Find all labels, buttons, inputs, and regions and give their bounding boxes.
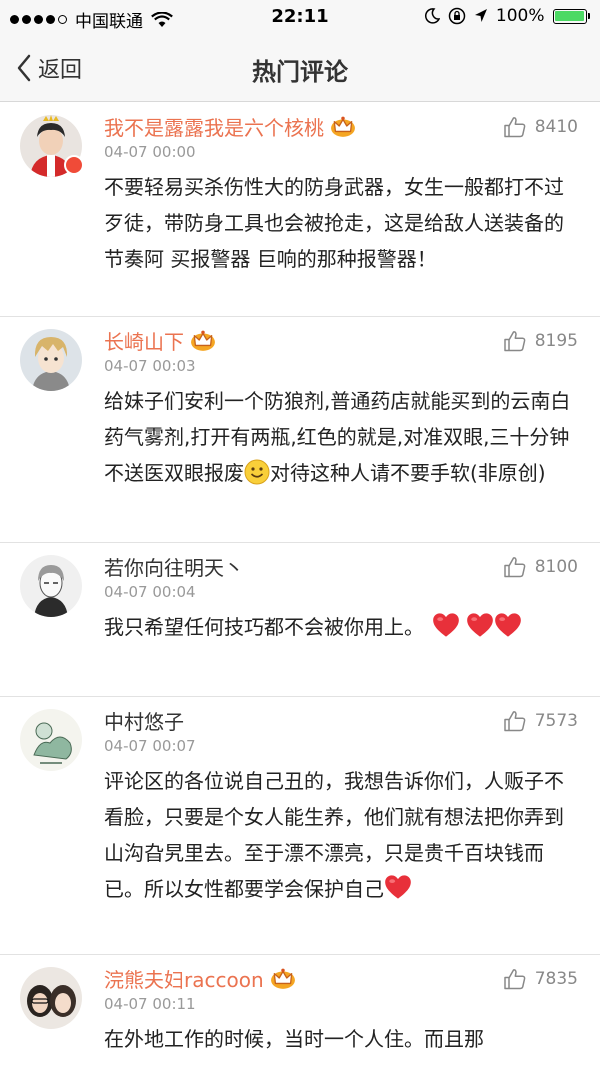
- thumbs-up-icon: [503, 555, 527, 579]
- rotation-lock-icon: [448, 7, 466, 25]
- username[interactable]: 若你向往明天丶: [104, 552, 244, 581]
- comment-text: 评论区的各位说自己丑的，我想告诉你们，人贩子不看脸，只要是个女人能生养，他们就有…: [104, 769, 564, 901]
- comment-text: 我只希望任何技巧都不会被你用上。: [104, 609, 574, 645]
- like-button[interactable]: 8410: [503, 115, 578, 139]
- comment-list: 我不是露露我是六个核桃 04-07 00:00 8410 不要轻易买杀伤性大的防…: [0, 103, 600, 1067]
- comment-time: 04-07 00:04: [104, 583, 196, 601]
- red-heart-emoji: [494, 612, 522, 638]
- like-count: 8410: [534, 117, 578, 137]
- avatar[interactable]: [20, 555, 82, 617]
- page-title: 热门评论: [252, 58, 348, 86]
- red-heart-emoji: [384, 874, 412, 900]
- username[interactable]: 浣熊夫妇raccoon: [104, 964, 264, 993]
- comment-time: 04-07 00:11: [104, 995, 196, 1013]
- avatar[interactable]: [20, 329, 82, 391]
- comment-time: 04-07 00:00: [104, 143, 196, 161]
- like-button[interactable]: 7835: [503, 967, 578, 991]
- avatar[interactable]: [20, 709, 82, 771]
- like-button[interactable]: 7573: [503, 709, 578, 733]
- crown-icon: [270, 966, 296, 990]
- crown-icon: [190, 328, 216, 352]
- battery-icon: [552, 8, 590, 24]
- thumbs-up-icon: [503, 967, 527, 991]
- battery-percent: 100%: [495, 6, 545, 26]
- moon-icon: [424, 8, 440, 24]
- location-icon: [474, 9, 487, 22]
- thumbs-up-icon: [503, 115, 527, 139]
- red-heart-emoji: [432, 612, 460, 638]
- navigation-bar: 返回 热门评论: [0, 34, 600, 102]
- comment-time: 04-07 00:07: [104, 737, 196, 755]
- comment-item: 浣熊夫妇raccoon 04-07 00:11 7835 在外地工作的时候，当时…: [0, 955, 600, 1067]
- username[interactable]: 我不是露露我是六个核桃: [104, 112, 324, 141]
- comment-time: 04-07 00:03: [104, 357, 196, 375]
- crown-icon: [330, 114, 356, 138]
- like-count: 7835: [534, 969, 578, 989]
- like-count: 8100: [534, 557, 578, 577]
- username[interactable]: 长崎山下: [104, 326, 184, 355]
- comment-item: 若你向往明天丶 04-07 00:04 8100 我只希望任何技巧都不会被你用上…: [0, 543, 600, 697]
- avatar[interactable]: [20, 967, 82, 1029]
- comment-text: 给妹子们安利一个防狼剂,普通药店就能买到的云南白药气雾剂,打开有两瓶,红色的就是…: [104, 389, 571, 485]
- like-button[interactable]: 8100: [503, 555, 578, 579]
- smiley-emoji: [244, 459, 270, 485]
- status-right: 100%: [424, 6, 590, 26]
- comment-item: 长崎山下 04-07 00:03 8195 给妹子们安利一个防狼剂,普通药店就能…: [0, 317, 600, 543]
- verified-badge-icon: [64, 155, 84, 175]
- thumbs-up-icon: [503, 709, 527, 733]
- like-button[interactable]: 8195: [503, 329, 578, 353]
- like-count: 8195: [534, 331, 578, 351]
- comment-item: 我不是露露我是六个核桃 04-07 00:00 8410 不要轻易买杀伤性大的防…: [0, 103, 600, 317]
- status-bar: 中国联通 22:11 100%: [0, 0, 600, 34]
- like-count: 7573: [534, 711, 578, 731]
- comment-text: 不要轻易买杀伤性大的防身武器，女生一般都打不过歹徒，带防身工具也会被抢走，这是给…: [104, 175, 564, 271]
- comment-item: 中村悠子 04-07 00:07 7573 评论区的各位说自己丑的，我想告诉你们…: [0, 697, 600, 955]
- username[interactable]: 中村悠子: [104, 706, 184, 735]
- comment-text: 在外地工作的时候，当时一个人住。而且那: [104, 1027, 484, 1051]
- red-heart-emoji: [466, 612, 494, 638]
- thumbs-up-icon: [503, 329, 527, 353]
